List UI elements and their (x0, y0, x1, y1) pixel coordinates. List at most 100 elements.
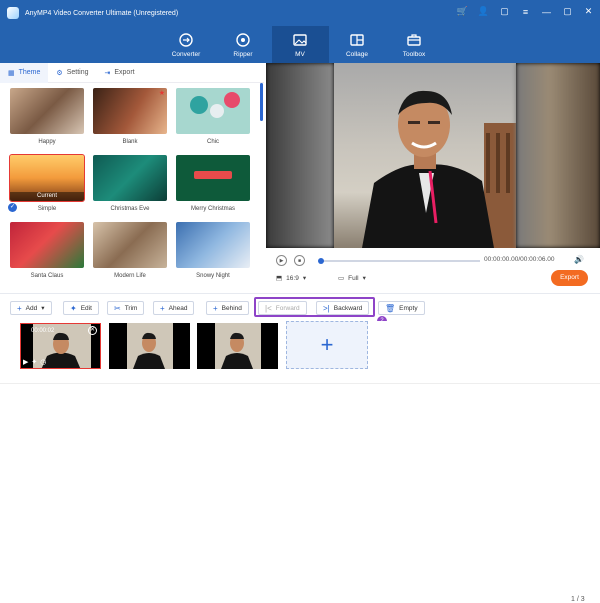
theme-simple-label: Simple (37, 206, 57, 212)
tab-export[interactable]: ⇥ Export (97, 63, 143, 83)
theme-merry-christmas[interactable]: Merry Christmas (176, 155, 250, 212)
theme-snowy-night[interactable]: Snowy Night (176, 222, 250, 279)
nav-toolbox[interactable]: Toolbox (386, 26, 443, 63)
nav-collage-label: Collage (345, 50, 369, 58)
add-button[interactable]: + Add ▾ (10, 301, 52, 315)
preview-photo (334, 63, 516, 248)
nav-ripper[interactable]: Ripper (215, 26, 272, 63)
edit-label: Edit (80, 304, 92, 312)
clip-2[interactable] (109, 323, 190, 369)
clip-thumbnail (215, 323, 261, 369)
theme-blank[interactable]: ★ Blank (93, 88, 167, 145)
menu-icon[interactable]: ≡ (520, 6, 531, 17)
app-logo-icon (7, 7, 19, 19)
tab-export-label: Export (114, 69, 135, 76)
timeline-slider[interactable] (318, 258, 480, 264)
clock-icon[interactable]: ◷ (40, 358, 46, 366)
chevron-down-icon: ▾ (302, 275, 307, 282)
theme-christmas-eve[interactable]: Christmas Eve (93, 155, 167, 212)
stop-button[interactable]: ■ (294, 255, 305, 266)
plus-icon: + (213, 303, 218, 313)
bottom-divider (0, 383, 600, 384)
behind-label: Behind (221, 304, 242, 312)
collage-icon (350, 33, 364, 46)
person-photo (362, 90, 516, 248)
add-label: Add (25, 304, 38, 312)
page-indicator: 1 / 3 (571, 596, 585, 603)
theme-blank-label: Blank (122, 139, 138, 145)
theme-christmas-eve-label: Christmas Eve (110, 206, 150, 212)
nav-collage[interactable]: Collage (329, 26, 386, 63)
clip-1[interactable]: 00:00:02 ✕ ▶ ✦ ◷ (20, 323, 101, 369)
play-icon[interactable]: ▶ (23, 358, 28, 366)
ripper-icon (236, 32, 250, 47)
theme-chic-thumb (176, 88, 250, 134)
theme-happy-thumb (10, 88, 84, 134)
magic-wand-icon[interactable]: ✦ (31, 358, 37, 366)
nav-mv[interactable]: MV (271, 26, 329, 63)
clip-strip: 00:00:02 ✕ ▶ ✦ ◷ + (0, 321, 600, 391)
nav-converter[interactable]: Converter (158, 26, 215, 63)
current-tag: Current (10, 192, 84, 201)
clip-3[interactable] (197, 323, 278, 369)
favorite-star-icon[interactable]: ★ (159, 89, 165, 97)
nav-converter-label: Converter (171, 50, 201, 58)
trim-label: Trim (124, 304, 138, 312)
edit-button[interactable]: ✦ Edit (63, 301, 99, 315)
theme-merry-christmas-label: Merry Christmas (190, 206, 235, 212)
timeline-knob[interactable] (318, 258, 324, 264)
display-mode-select[interactable]: ▭ Full ▾ (338, 274, 366, 283)
theme-santa-claus[interactable]: Santa Claus (10, 222, 84, 279)
window-controls: 🛒 👤 ▢ ≡ — ▢ ✕ (457, 6, 594, 17)
plus-icon: + (320, 332, 334, 357)
toolbox-icon (407, 33, 421, 46)
export-button[interactable]: Export (551, 270, 588, 286)
nav-toolbox-label: Toolbox (402, 50, 426, 58)
theme-chic[interactable]: Chic (176, 88, 250, 145)
preview-blur-right (516, 63, 600, 248)
close-icon[interactable]: ✕ (88, 326, 97, 335)
theme-simple[interactable]: Current ✓ Simple (8, 154, 85, 212)
theme-scrollbar[interactable] (260, 83, 263, 121)
plus-icon: + (17, 303, 22, 313)
play-button[interactable]: ▶ (276, 255, 287, 266)
theme-christmas-eve-thumb (93, 155, 167, 201)
grid-icon: ▦ (8, 69, 15, 77)
theme-happy[interactable]: Happy (10, 88, 84, 145)
maximize-icon[interactable]: ▢ (562, 6, 573, 17)
theme-simple-thumb: Current (9, 154, 85, 202)
ahead-button[interactable]: + Ahead (153, 301, 195, 315)
export-icon: ⇥ (104, 69, 111, 77)
theme-chic-label: Chic (206, 139, 219, 145)
magic-wand-icon: ✦ (70, 303, 77, 313)
cart-icon[interactable]: 🛒 (457, 6, 468, 17)
tab-setting[interactable]: ⚙ Setting (48, 63, 96, 83)
preview-blur-left (266, 63, 334, 248)
ratio-icon: ⬒ (276, 275, 283, 282)
theme-happy-label: Happy (38, 139, 56, 145)
trim-button[interactable]: ✂ Trim (107, 301, 145, 315)
theme-modern-life[interactable]: Modern Life (93, 222, 167, 279)
close-icon[interactable]: ✕ (583, 6, 594, 17)
theme-santa-claus-label: Santa Claus (30, 273, 64, 279)
behind-button[interactable]: + Behind (206, 301, 249, 315)
theme-snowy-night-label: Snowy Night (196, 273, 230, 279)
chevron-down-icon: ▾ (41, 305, 45, 312)
volume-icon[interactable]: 🔊 (574, 255, 584, 264)
user-icon[interactable]: 👤 (478, 6, 489, 17)
tab-theme[interactable]: ▦ Theme (0, 62, 49, 83)
theme-modern-life-thumb (93, 222, 167, 268)
aspect-ratio-select[interactable]: ⬒ 16:9 ▾ (276, 274, 307, 283)
aspect-ratio-value: 16:9 (286, 274, 299, 282)
add-clip-button[interactable]: + (286, 321, 368, 369)
ahead-label: Ahead (168, 304, 188, 312)
nav-ripper-label: Ripper (233, 50, 253, 58)
clip-time: 00:00:02 (31, 328, 55, 334)
chat-icon[interactable]: ▢ (499, 6, 510, 17)
theme-santa-claus-thumb (10, 222, 84, 268)
empty-button[interactable]: 🗑 Empty (378, 301, 425, 315)
main-nav: Converter Ripper MV Collage Toolbox (0, 26, 600, 63)
empty-label: Empty (399, 304, 418, 312)
tab-setting-label: Setting (66, 69, 89, 76)
minimize-icon[interactable]: — (541, 6, 552, 17)
